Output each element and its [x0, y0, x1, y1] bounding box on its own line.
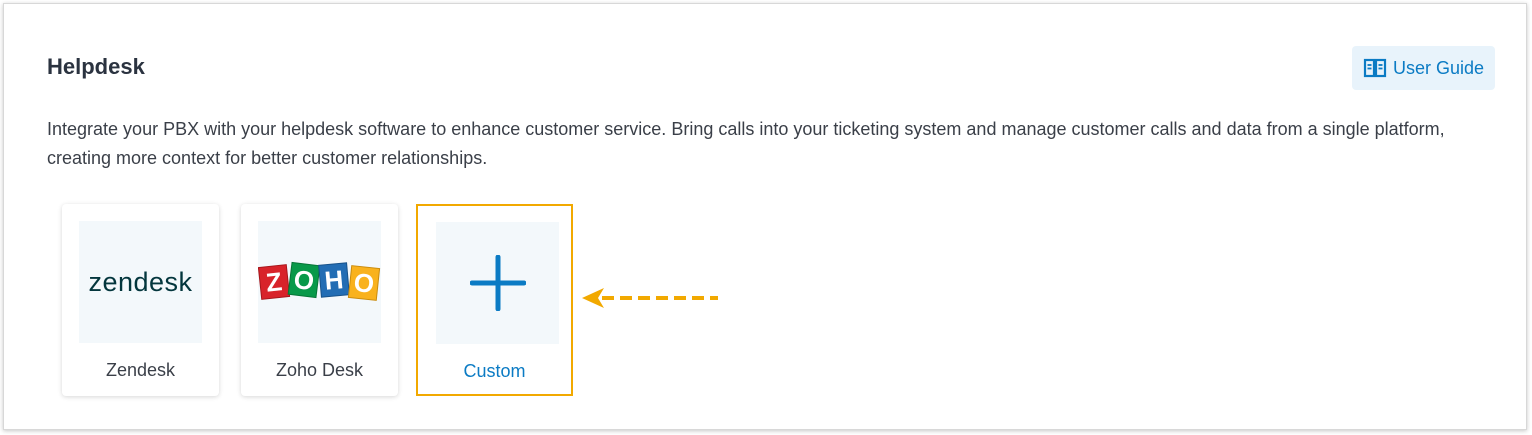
user-guide-label: User Guide	[1392, 57, 1485, 78]
zoho-letter-z: Z	[265, 266, 284, 298]
zoho-letter-h: H	[323, 264, 344, 296]
integration-name: Zoho Desk	[275, 360, 364, 380]
book-icon	[1363, 56, 1387, 80]
zoho-letter-o2: O	[352, 267, 375, 299]
plus-icon	[469, 255, 526, 311]
zoho-logo-graphic: Z O H O	[258, 261, 381, 301]
integration-card-custom[interactable]: Custom	[416, 204, 573, 396]
helpdesk-panel: Helpdesk User Guide Integrate your PBX w…	[3, 3, 1527, 430]
page-description: Integrate your PBX with your helpdesk so…	[47, 119, 1445, 168]
dashed-arrow-icon	[582, 288, 718, 308]
zoho-letter-o1: O	[292, 264, 316, 296]
zendesk-logo-text: zendesk	[88, 266, 193, 297]
zendesk-logo: zendesk	[79, 221, 202, 343]
zoho-logo: Z O H O	[258, 221, 381, 343]
integration-name: Zendesk	[105, 360, 176, 380]
custom-icon-area	[436, 222, 559, 344]
integration-card-zoho-desk[interactable]: Z O H O Zoho Desk	[241, 204, 398, 396]
page-title: Helpdesk	[47, 54, 145, 79]
integration-name: Custom	[463, 361, 526, 381]
user-guide-button[interactable]: User Guide	[1352, 46, 1495, 90]
integration-card-zendesk[interactable]: zendesk Zendesk	[62, 204, 219, 396]
